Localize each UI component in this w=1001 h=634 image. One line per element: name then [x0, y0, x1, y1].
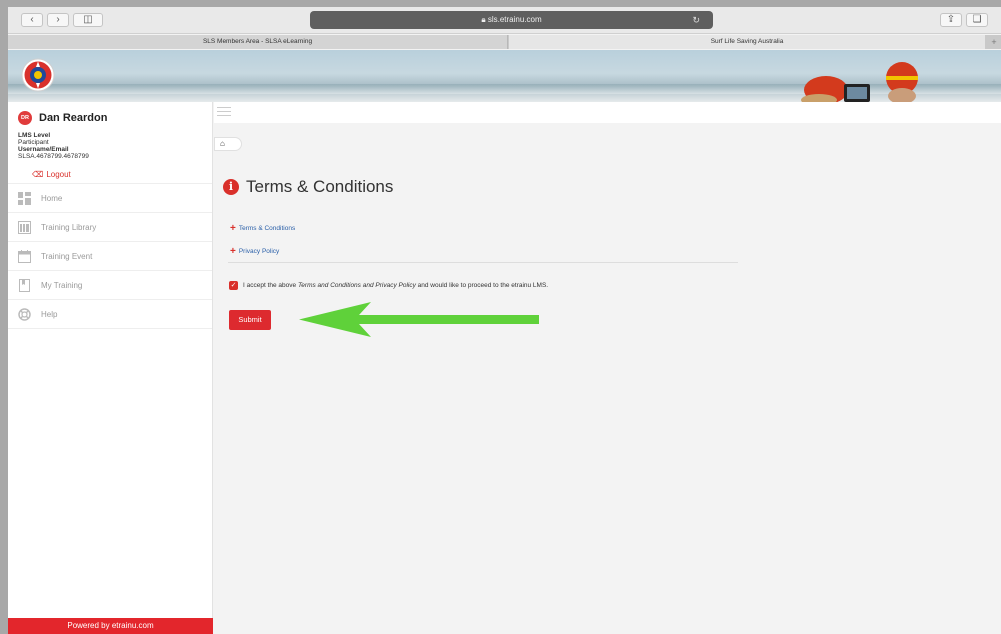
tab-sls-members[interactable]: SLS Members Area - SLSA eLearning	[8, 35, 508, 49]
divider	[228, 262, 738, 263]
accept-checkbox[interactable]: ✓	[229, 281, 238, 290]
tab-surf-life-saving[interactable]: Surf Life Saving Australia	[509, 35, 985, 49]
library-icon	[18, 220, 31, 234]
forward-button[interactable]: ›	[47, 13, 69, 27]
share-button[interactable]: ⇪	[940, 13, 962, 27]
hamburger-menu-icon[interactable]	[217, 107, 231, 119]
browser-window: ‹ › ◫ 🔒︎ sls.etrainu.com ↻ ⇪ ❏ SLS Membe…	[8, 7, 1001, 634]
avatar[interactable]: DR	[18, 111, 32, 125]
sidebar: DR Dan Reardon LMS Level Participant Use…	[8, 102, 213, 634]
logout-link[interactable]: ⌫ Logout	[8, 160, 212, 184]
breadcrumb-home[interactable]: ⌂	[214, 137, 242, 151]
info-icon: i	[223, 179, 239, 195]
logout-label: Logout	[46, 170, 71, 179]
back-button[interactable]: ‹	[21, 13, 43, 27]
user-info: LMS Level Participant Username/Email SLS…	[8, 125, 212, 160]
sidebar-item-label: My Training	[41, 280, 83, 290]
url-text: sls.etrainu.com	[487, 15, 542, 24]
sidebar-item-label: Training Event	[41, 251, 93, 261]
logout-icon: ⌫	[32, 170, 44, 179]
dashboard-icon	[18, 191, 31, 205]
terms-link-label: Terms & Conditions	[238, 225, 296, 232]
username-label: Username/Email	[18, 146, 69, 153]
lms-level-label: LMS Level	[18, 132, 51, 139]
content-topbar	[214, 102, 1001, 123]
sidebar-item-label: Training Library	[41, 222, 97, 232]
reload-icon[interactable]: ↻	[692, 11, 700, 29]
submit-button[interactable]: Submit	[229, 310, 271, 330]
surf-life-saving-logo[interactable]	[21, 58, 55, 92]
sidebar-item-home[interactable]: Home	[8, 184, 212, 213]
lock-icon: 🔒︎	[481, 15, 486, 24]
plus-icon: +	[230, 246, 236, 257]
tab-bar: SLS Members Area - SLSA eLearning Surf L…	[8, 35, 1001, 49]
privacy-link[interactable]: + Privacy Policy	[230, 246, 279, 257]
new-tab-button[interactable]: +	[987, 35, 1001, 49]
bookmark-icon	[19, 278, 30, 292]
sidebar-item-label: Home	[41, 193, 63, 203]
username-value: SLSA.4678799.4678799	[18, 153, 89, 160]
accept-row: ✓ I accept the above Terms and Condition…	[229, 281, 548, 290]
lifebuoy-icon	[18, 307, 31, 321]
lms-level-value: Participant	[18, 139, 49, 146]
user-name: Dan Reardon	[39, 112, 108, 124]
lifesavers-photo	[801, 62, 918, 102]
browser-toolbar: ‹ › ◫ 🔒︎ sls.etrainu.com ↻ ⇪ ❏	[8, 7, 1001, 34]
privacy-link-label: Privacy Policy	[238, 248, 280, 255]
annotation-arrow-icon	[299, 302, 539, 337]
sidebar-toggle-button[interactable]: ◫	[73, 13, 103, 27]
user-profile: DR Dan Reardon	[8, 102, 212, 125]
sidebar-item-label: Help	[41, 309, 58, 319]
home-icon: ⌂	[220, 139, 225, 148]
tabs-overview-button[interactable]: ❏	[966, 13, 988, 27]
header-banner	[8, 50, 1001, 102]
sidebar-item-training-library[interactable]: Training Library	[8, 213, 212, 242]
calendar-icon	[18, 249, 31, 263]
terms-link[interactable]: + Terms & Conditions	[230, 223, 295, 234]
sidebar-item-my-training[interactable]: My Training	[8, 271, 212, 300]
sidebar-item-help[interactable]: Help	[8, 300, 212, 329]
plus-icon: +	[230, 223, 236, 234]
page-title: i Terms & Conditions	[223, 177, 393, 197]
sidebar-item-training-event[interactable]: Training Event	[8, 242, 212, 271]
accept-label[interactable]: I accept the above Terms and Conditions …	[243, 282, 548, 289]
page-title-text: Terms & Conditions	[246, 177, 394, 196]
powered-by-footer[interactable]: Powered by etrainu.com	[8, 618, 213, 634]
main-content: ⌂ i Terms & Conditions + Terms & Conditi…	[214, 102, 1001, 634]
address-bar[interactable]: 🔒︎ sls.etrainu.com ↻	[310, 11, 713, 29]
